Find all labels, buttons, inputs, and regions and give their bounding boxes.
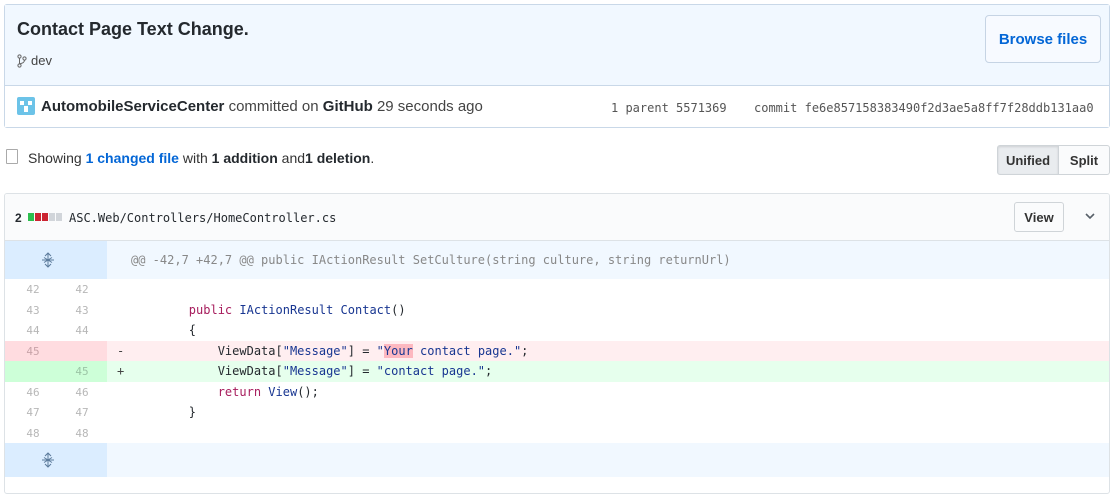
summary-with: with [182, 150, 208, 166]
diff-sign [107, 300, 131, 321]
diff-line-context: 44 44 { [5, 320, 1109, 341]
diff-stat-block [35, 213, 41, 221]
hunk-footer [5, 443, 1109, 477]
split-button[interactable]: Split [1059, 145, 1110, 175]
summary-suffix: . [370, 150, 375, 166]
hunk-footer-text [107, 443, 131, 477]
commit-meta: AutomobileServiceCenter committed on Git… [5, 86, 1109, 127]
diff-sign [107, 423, 131, 444]
deletions-count: 1 deletion [305, 150, 371, 166]
file-header: 2 ASC.Web/Controllers/HomeController.cs … [5, 194, 1109, 241]
diff-line-deletion: 45 - ViewData["Message"] = "Your contact … [5, 340, 1109, 361]
code-line: return View(); [217, 384, 319, 399]
branch-name: dev [31, 53, 52, 68]
avatar[interactable] [17, 97, 35, 115]
git-branch-icon [17, 53, 27, 68]
diff-stat-block [56, 213, 62, 221]
code-line: ViewData["Message"] = "contact page."; [131, 364, 493, 378]
platform-name: GitHub [322, 98, 373, 115]
expand-up-button[interactable] [5, 241, 107, 279]
hunk-header: @@ -42,7 +42,7 @@ public IActionResult S… [5, 241, 1109, 279]
expand-down-button[interactable] [5, 443, 107, 477]
parent-sha-link[interactable]: 5571369 [676, 101, 727, 115]
commit-header: Contact Page Text Change. dev Browse fil… [4, 4, 1110, 128]
diff-toolbar: Showing 1 changed file with 1 addition a… [4, 145, 1110, 175]
view-file-button[interactable]: View [1014, 202, 1064, 232]
author-name[interactable]: AutomobileServiceCenter [41, 98, 224, 115]
diff-sign: + [117, 364, 125, 378]
new-line-number[interactable]: 48 [57, 423, 107, 444]
unified-button[interactable]: Unified [997, 145, 1059, 175]
committed-on-text: committed on [228, 98, 319, 115]
code-line: { [131, 323, 197, 337]
file-diff-icon [6, 149, 18, 164]
new-line-number[interactable]: 47 [57, 402, 107, 423]
summary-prefix: Showing [28, 150, 82, 166]
new-line-number[interactable] [57, 340, 107, 361]
old-line-number[interactable]: 46 [5, 382, 57, 403]
diff-line-context: 42 42 [5, 279, 1109, 300]
parent-label: 1 parent [611, 101, 669, 115]
changed-files-link[interactable]: 1 changed file [86, 150, 179, 166]
parent-info: 1 parent 5571369 [611, 101, 727, 115]
old-line-number[interactable] [5, 361, 57, 382]
diff-stat-count: 2 [15, 211, 22, 225]
new-line-number[interactable]: 45 [57, 361, 107, 382]
branch-label[interactable]: dev [17, 53, 52, 68]
old-line-number[interactable]: 48 [5, 423, 57, 444]
chevron-down-icon[interactable] [1083, 209, 1097, 223]
diff-line-context: 47 47 } [5, 402, 1109, 423]
diff-line-addition: 45 + ViewData["Message"] = "contact page.… [5, 361, 1109, 382]
summary-and: and [281, 150, 306, 166]
old-line-number[interactable]: 42 [5, 279, 57, 300]
file-diff: 2 ASC.Web/Controllers/HomeController.cs … [4, 193, 1110, 494]
diff-stat-blocks [28, 213, 62, 221]
unfold-icon [42, 252, 54, 268]
code-line: } [131, 405, 197, 419]
diff-line-context: 46 46 return View(); [5, 382, 1109, 403]
diff-summary: Showing 1 changed file with 1 addition a… [28, 150, 374, 166]
additions-count: 1 addition [211, 150, 278, 166]
diff-sign [107, 402, 131, 423]
diff-sign [107, 279, 131, 300]
old-line-number[interactable]: 47 [5, 402, 57, 423]
hunk-header-text: @@ -42,7 +42,7 @@ public IActionResult S… [131, 253, 731, 267]
new-line-number[interactable]: 46 [57, 382, 107, 403]
diff-view-toggle: Unified Split [997, 145, 1110, 175]
unfold-icon [42, 452, 54, 468]
code-line: public IActionResult Contact() [188, 302, 406, 317]
commit-sha-value: fe6e857158383490f2d3ae5a8ff7f28ddb131aa0 [804, 101, 1094, 115]
new-line-number[interactable]: 44 [57, 320, 107, 341]
browse-files-button[interactable]: Browse files [985, 15, 1101, 63]
old-line-number[interactable]: 45 [5, 340, 57, 361]
commit-sha: commit fe6e857158383490f2d3ae5a8ff7f28dd… [754, 101, 1094, 115]
diff-line-context: 48 48 [5, 423, 1109, 444]
diff-lines: 42 42 43 43 public IActionResult Contact() 4… [5, 279, 1109, 443]
file-path[interactable]: ASC.Web/Controllers/HomeController.cs [69, 211, 336, 225]
diff-stat-block [28, 213, 34, 221]
code-line: ViewData["Message"] = "Your contact page… [131, 343, 529, 358]
diff-sign [107, 320, 131, 341]
new-line-number[interactable]: 43 [57, 300, 107, 321]
commit-label: commit [754, 101, 798, 115]
diff-sign [107, 382, 131, 403]
commit-time: 29 seconds ago [376, 98, 483, 115]
diff-sign: - [117, 343, 125, 358]
commit-title-area: Contact Page Text Change. dev Browse fil… [5, 5, 1109, 86]
diff-line-context: 43 43 public IActionResult Contact() [5, 300, 1109, 321]
diff-stat-block [49, 213, 55, 221]
old-line-number[interactable]: 43 [5, 300, 57, 321]
commit-title: Contact Page Text Change. [17, 19, 249, 39]
diff-stat-block [42, 213, 48, 221]
new-line-number[interactable]: 42 [57, 279, 107, 300]
old-line-number[interactable]: 44 [5, 320, 57, 341]
author-line: AutomobileServiceCenter committed on Git… [41, 98, 483, 115]
